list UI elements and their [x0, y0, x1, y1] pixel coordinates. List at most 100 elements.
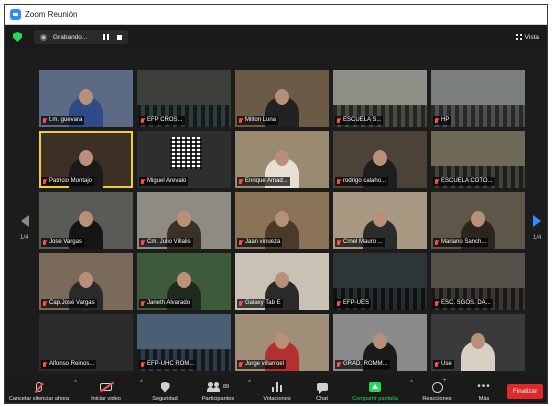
previous-page-arrow[interactable]: [21, 215, 31, 229]
participant-tile[interactable]: Jorge villarroel: [235, 314, 329, 371]
participant-tile[interactable]: EFP-UES: [333, 253, 427, 310]
participant-face: [79, 272, 93, 288]
microphone-muted-icon: [238, 361, 243, 368]
video-camera-off-icon: [100, 383, 112, 391]
participant-tile[interactable]: GRAD. ROMM...: [333, 314, 427, 371]
participant-tile[interactable]: Milton Luna: [235, 70, 329, 127]
participant-face: [79, 150, 93, 166]
zoom-logo-icon: [10, 9, 21, 20]
participant-tile[interactable]: Galaxy Tab E: [235, 253, 329, 310]
participant-tile[interactable]: Cap.José Vargas: [39, 253, 133, 310]
participant-face: [177, 211, 191, 227]
polls-button[interactable]: Votaciones: [255, 375, 299, 402]
stop-recording-icon[interactable]: [117, 34, 123, 40]
polls-label: Votaciones: [263, 396, 291, 402]
participant-tile[interactable]: ESCUELA S...: [333, 70, 427, 127]
recording-label: Grabando...: [53, 33, 88, 41]
participant-name: Crnel Mauro ...: [343, 239, 383, 245]
arrow-right-icon: [533, 215, 541, 227]
participant-tile[interactable]: t.m. guevara: [39, 70, 133, 127]
participant-tile[interactable]: ESCUELA COTO...: [431, 131, 525, 188]
participant-name-label: GRAD. ROMM...: [335, 360, 390, 369]
arrow-left-icon: [21, 215, 29, 227]
share-screen-icon: [369, 382, 381, 392]
share-screen-button[interactable]: Compartir pantalla ^: [345, 375, 413, 402]
microphone-muted-icon: [336, 239, 341, 246]
participant-name-label: EFP-UES: [335, 299, 372, 308]
participant-name: Alfonso Reinos...: [49, 361, 95, 367]
chat-button[interactable]: Chat: [305, 375, 339, 402]
participant-name-label: t.m. guevara: [41, 116, 85, 125]
microphone-muted-icon: [434, 239, 439, 246]
microphone-muted-icon: [434, 361, 439, 368]
participant-tile[interactable]: Janeth Alvarado: [137, 253, 231, 310]
participant-face: [373, 150, 387, 166]
participant-tile[interactable]: Cm. Julio Villalis: [137, 192, 231, 249]
microphone-muted-icon: [434, 300, 439, 307]
participant-name: Patricio Montajo: [49, 178, 93, 184]
chat-bubble-icon: [316, 383, 328, 394]
microphone-muted-icon: [140, 239, 145, 246]
microphone-muted-icon: [238, 178, 243, 185]
participant-name: GRAD. ROMM...: [343, 361, 388, 367]
participant-face: [275, 333, 289, 349]
microphone-muted-icon: [336, 300, 341, 307]
mute-button[interactable]: Cancelar silenciar ahora ^: [9, 375, 77, 402]
qr-code-image: [170, 137, 202, 169]
participant-tile[interactable]: Crnel Mauro ...: [333, 192, 427, 249]
encryption-shield-icon[interactable]: [13, 32, 22, 42]
participant-name: EFP-UHC ROM...: [147, 361, 195, 367]
end-meeting-button[interactable]: Finalizar: [507, 384, 543, 399]
participant-name: Miguel Arevalo: [147, 178, 187, 184]
participant-name-label: Enrique Amad...: [237, 177, 290, 186]
participants-button[interactable]: 89 Participantes ^: [193, 375, 251, 402]
participant-tile[interactable]: EFP CROS...: [137, 70, 231, 127]
participant-tile[interactable]: Enrique Amad...: [235, 131, 329, 188]
participant-tile[interactable]: HP: [431, 70, 525, 127]
participant-face: [275, 89, 289, 105]
participant-name-label: EFP CROS...: [139, 116, 185, 125]
microphone-muted-icon: [434, 117, 439, 124]
reactions-button[interactable]: Reacciones: [417, 375, 457, 403]
more-button[interactable]: ••• Más: [469, 375, 499, 403]
view-label: Vista: [524, 33, 539, 41]
microphone-muted-icon: [140, 361, 145, 368]
video-gallery: t.m. guevara EFP CROS... Milton Luna ESCUEL…: [39, 70, 525, 371]
participant-face: [177, 272, 191, 288]
participant-name-label: Cm. Julio Villalis: [139, 238, 193, 247]
participant-name-label: Milton Luna: [237, 116, 279, 125]
participant-tile[interactable]: Alfonso Reinos...: [39, 314, 133, 371]
participant-name-label: ESCUELA COTO...: [433, 177, 495, 186]
reactions-emoji-icon: [431, 378, 447, 393]
next-page-arrow[interactable]: [533, 215, 543, 229]
participant-tile[interactable]: Patricio Montajo: [39, 131, 133, 188]
microphone-muted-icon: [238, 117, 243, 124]
participant-face: [471, 211, 485, 227]
security-button[interactable]: Seguridad: [143, 375, 187, 402]
participant-name: rodrigo calaho...: [343, 178, 387, 184]
share-options-caret-icon[interactable]: ^: [410, 380, 413, 386]
participant-tile[interactable]: ESC. SGOS. DA...: [431, 253, 525, 310]
participant-name-label: HP: [433, 116, 452, 125]
participant-tile[interactable]: Use: [431, 314, 525, 371]
participant-tile[interactable]: rodrigo calaho...: [333, 131, 427, 188]
meeting-top-bar: Grabando... Vista: [5, 26, 547, 48]
recording-indicator: Grabando...: [34, 30, 129, 44]
participant-tile[interactable]: Miguel Arevalo: [137, 131, 231, 188]
participant-name-label: Use: [433, 360, 454, 369]
participants-count: 89: [222, 384, 230, 390]
microphone-muted-icon: [140, 300, 145, 307]
start-video-button[interactable]: Iniciar video ^: [77, 375, 143, 402]
recording-dot-icon: [40, 33, 47, 41]
view-button[interactable]: Vista: [515, 33, 539, 41]
participants-options-caret-icon[interactable]: ^: [248, 380, 251, 386]
participant-tile[interactable]: Jaan vinueza: [235, 192, 329, 249]
participants-label: Participantes: [201, 396, 235, 402]
participants-icon: [206, 382, 221, 392]
participant-tile[interactable]: Jose Vargas: [39, 192, 133, 249]
pause-recording-icon[interactable]: [103, 34, 110, 40]
participant-tile[interactable]: Mariano Sanch...: [431, 192, 525, 249]
microphone-muted-icon: [238, 239, 243, 246]
participant-tile[interactable]: EFP-UHC ROM...: [137, 314, 231, 371]
participant-name: Cm. Julio Villalis: [147, 239, 191, 245]
